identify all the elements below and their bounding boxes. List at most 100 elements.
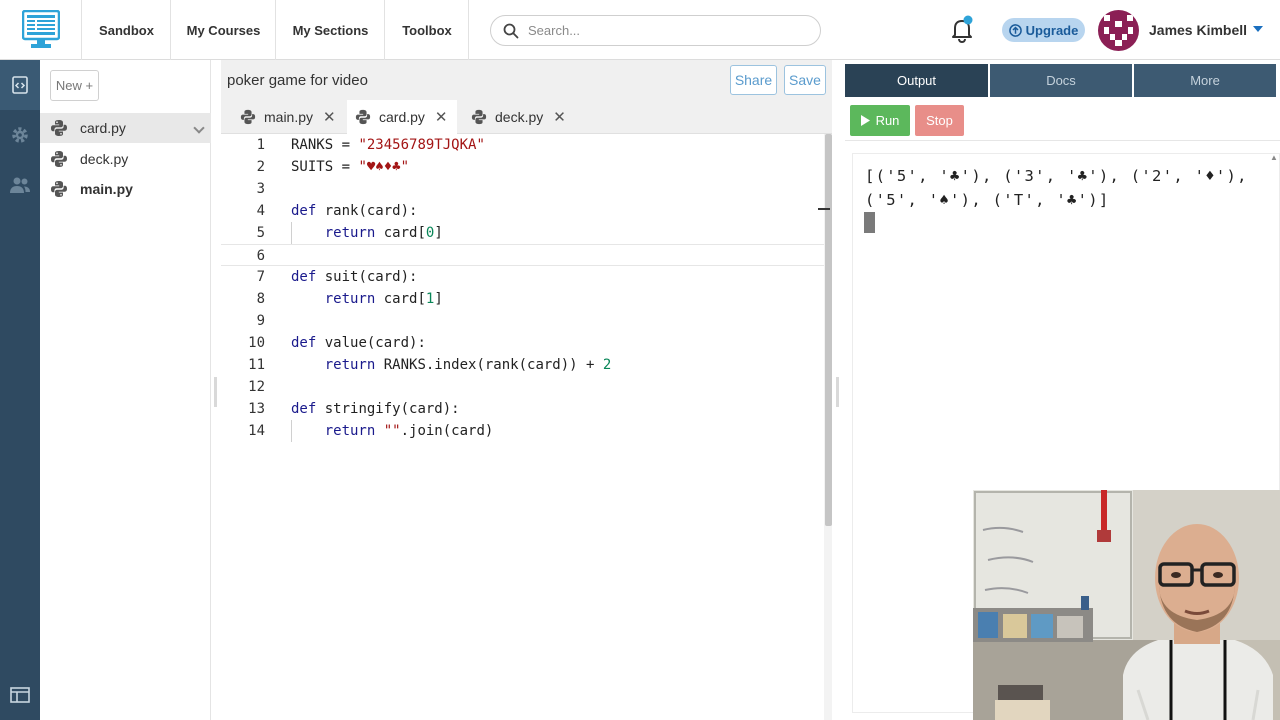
code-line: 5 return card[0]	[221, 222, 826, 244]
tab-output[interactable]: Output	[845, 64, 988, 97]
new-file-button[interactable]: New +	[50, 70, 99, 101]
python-icon	[240, 109, 256, 125]
avatar-identicon-icon	[1098, 10, 1139, 51]
search-icon	[503, 23, 519, 38]
tab-deck-py[interactable]: deck.py ✕	[463, 100, 575, 134]
run-label: Run	[875, 113, 900, 128]
python-icon	[51, 120, 67, 136]
code-line: 12	[221, 376, 826, 398]
save-button[interactable]: Save	[784, 65, 826, 95]
line-number: 9	[256, 313, 265, 329]
code-line: 2 SUITS = "♥♠♦♣"	[221, 156, 826, 178]
upgrade-button[interactable]: Upgrade	[1002, 18, 1085, 42]
rail-settings-button[interactable]	[0, 110, 40, 160]
divider	[845, 140, 1280, 141]
file-name: deck.py	[80, 151, 129, 167]
code-line: 14 return "".join(card)	[221, 420, 826, 442]
codehs-logo-icon	[21, 10, 60, 48]
gear-icon	[12, 127, 28, 143]
output-tabs: Output Docs More	[845, 64, 1280, 97]
play-icon	[860, 115, 870, 126]
presenter-video-image	[973, 490, 1280, 720]
file-panel: New + card.py deck.py main.py	[40, 60, 211, 720]
nav-toolbox[interactable]: Toolbox	[386, 0, 469, 60]
line-number: 10	[248, 335, 265, 351]
close-icon[interactable]: ✕	[435, 108, 448, 126]
line-text: SUITS = "♥♠♦♣"	[291, 159, 410, 175]
webcam-video-overlay	[973, 490, 1280, 720]
code-line: 13 def stringify(card):	[221, 398, 826, 420]
nav-sandbox[interactable]: Sandbox	[83, 0, 171, 60]
line-number: 1	[256, 137, 265, 153]
python-icon	[51, 151, 67, 167]
line-text: def stringify(card):	[291, 401, 460, 417]
layout-icon	[10, 687, 30, 703]
line-number: 14	[248, 423, 265, 439]
file-item-main-py[interactable]: main.py	[40, 174, 211, 204]
tab-more[interactable]: More	[1134, 64, 1276, 97]
line-number: 6	[256, 248, 265, 264]
rail-layout-button[interactable]	[0, 670, 40, 720]
nav-my-courses[interactable]: My Courses	[172, 0, 276, 60]
line-number: 2	[256, 159, 265, 175]
user-name[interactable]: James Kimbell	[1149, 22, 1247, 38]
code-editor-panel: poker game for video Share Save main.py …	[221, 60, 832, 720]
project-title[interactable]: poker game for video	[227, 72, 368, 89]
code-line: 11 return RANKS.index(rank(card)) + 2	[221, 354, 826, 376]
line-text: return card[0]	[324, 225, 443, 241]
close-icon[interactable]: ✕	[323, 108, 336, 126]
line-number: 13	[248, 401, 265, 417]
scroll-up-arrow-icon[interactable]: ▲	[1270, 153, 1278, 162]
tab-label: card.py	[379, 109, 425, 125]
nav-my-sections[interactable]: My Sections	[277, 0, 385, 60]
top-navbar: Sandbox My Courses My Sections Toolbox U…	[0, 0, 1280, 60]
close-icon[interactable]: ✕	[553, 108, 566, 126]
upgrade-arrow-icon	[1008, 23, 1022, 37]
line-text: return card[1]	[324, 291, 443, 307]
code-file-icon	[12, 76, 28, 94]
tab-docs[interactable]: Docs	[990, 64, 1132, 97]
code-line: 3	[221, 178, 826, 200]
file-item-card-py[interactable]: card.py	[40, 113, 211, 143]
editor-header: poker game for video Share Save	[221, 60, 832, 100]
line-text: def value(card):	[291, 335, 426, 351]
chevron-down-icon[interactable]	[193, 122, 205, 134]
upgrade-label: Upgrade	[1025, 22, 1079, 38]
app-logo[interactable]	[0, 0, 82, 60]
search-input[interactable]	[528, 23, 798, 38]
console-cursor	[864, 212, 875, 233]
run-button[interactable]: Run	[850, 105, 910, 136]
console-text: [('5', '♣'), ('3', '♣'), ('2', '♦'), ('5…	[865, 167, 1259, 209]
editor-scrollbar-thumb[interactable]	[825, 134, 832, 526]
file-item-deck-py[interactable]: deck.py	[40, 144, 211, 174]
tab-main-py[interactable]: main.py ✕	[232, 100, 343, 134]
share-button[interactable]: Share	[730, 65, 777, 95]
tab-label: main.py	[264, 109, 314, 125]
rail-users-button[interactable]	[0, 160, 40, 210]
search-box	[490, 15, 821, 46]
line-number: 3	[256, 181, 265, 197]
user-menu-chevron-down-icon[interactable]	[1253, 26, 1263, 32]
line-number: 7	[256, 269, 265, 285]
line-number: 4	[256, 203, 265, 219]
notifications-button[interactable]	[947, 14, 977, 46]
rail-editor-button[interactable]	[0, 60, 40, 110]
bell-icon	[952, 15, 973, 44]
code-line: 7 def suit(card):	[221, 266, 826, 288]
line-number: 5	[256, 225, 265, 241]
line-number: 12	[248, 379, 265, 395]
python-icon	[51, 181, 67, 197]
panel-resize-handle-left[interactable]	[214, 377, 217, 407]
line-text: return "".join(card)	[324, 423, 494, 439]
overview-ruler-marker	[818, 208, 830, 210]
code-area[interactable]: 1 RANKS = "23456789TJQKA" 2 SUITS = "♥♠♦♣"…	[221, 134, 826, 720]
line-text: def suit(card):	[291, 269, 418, 285]
left-icon-rail	[0, 60, 40, 720]
avatar[interactable]	[1098, 10, 1139, 51]
line-number: 8	[256, 291, 265, 307]
tab-card-py[interactable]: card.py ✕	[347, 100, 457, 134]
code-line: 10 def value(card):	[221, 332, 826, 354]
users-icon	[10, 177, 30, 193]
stop-button[interactable]: Stop	[915, 105, 964, 136]
panel-resize-handle-right[interactable]	[836, 377, 839, 407]
